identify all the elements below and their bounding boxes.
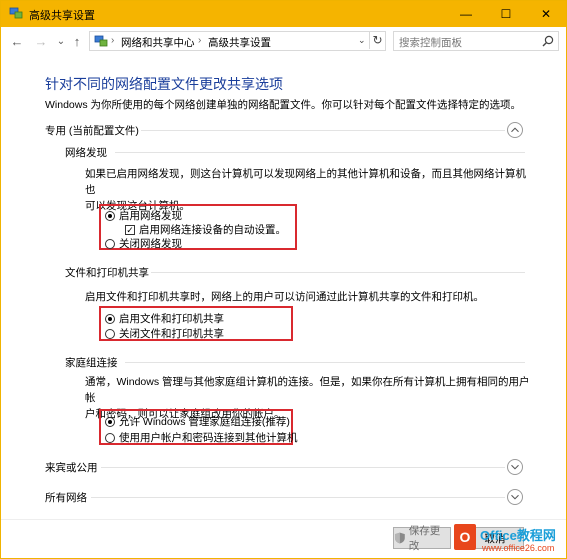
- section-divider: [141, 130, 505, 131]
- radio-enable-network-discovery[interactable]: 启用网络发现: [105, 208, 182, 223]
- network-sharing-icon: [9, 7, 23, 19]
- option-label: 关闭网络发现: [119, 238, 182, 250]
- address-dropdown-chevron-icon[interactable]: ⌄: [358, 35, 366, 46]
- option-label: 允许 Windows 管理家庭组连接(推荐): [119, 416, 290, 428]
- minimize-button[interactable]: —: [446, 1, 486, 27]
- search-input[interactable]: 搜索控制面板: [393, 31, 559, 51]
- main-content: 针对不同的网络配置文件更改共享选项 Windows 为你所使用的每个网络创建单独…: [1, 55, 566, 559]
- radio-unselected-icon[interactable]: [105, 238, 115, 249]
- file-printer-sharing-label: 文件和打印机共享: [65, 267, 149, 279]
- page-description: Windows 为你所使用的每个网络创建单独的网络配置文件。你可以针对每个配置文…: [45, 99, 522, 111]
- watermark-brand: Office教程网: [480, 528, 556, 543]
- address-bar: ← → ⌄ ↑ › 网络和共享中心 › 高级共享设置 ⌄ ↻ 搜索控制面板: [1, 27, 566, 55]
- checkbox-checked-icon[interactable]: ✓: [125, 224, 135, 235]
- section-divider: [101, 467, 505, 468]
- page-title: 针对不同的网络配置文件更改共享选项: [45, 76, 283, 92]
- maximize-button[interactable]: ☐: [486, 1, 526, 27]
- save-label: 保存更改: [408, 525, 441, 552]
- guest-public-label[interactable]: 来宾或公用: [45, 460, 98, 475]
- radio-unselected-icon[interactable]: [105, 432, 115, 443]
- radio-disable-file-printer-sharing[interactable]: 关闭文件和打印机共享: [105, 326, 224, 341]
- search-icon[interactable]: [542, 35, 554, 47]
- radio-selected-icon[interactable]: [105, 210, 115, 221]
- watermark-url: www.office26.com: [482, 543, 555, 553]
- radio-selected-icon[interactable]: [105, 416, 115, 427]
- chevron-up-icon[interactable]: [507, 122, 523, 138]
- section-divider: [151, 272, 525, 273]
- radio-allow-windows-manage-homegroup[interactable]: 允许 Windows 管理家庭组连接(推荐): [105, 414, 290, 429]
- section-divider: [125, 362, 525, 363]
- file-printer-sharing-description: 启用文件和打印机共享时，网络上的用户可以访问通过此计算机共享的文件和打印机。: [85, 291, 484, 303]
- chevron-down-icon[interactable]: [507, 459, 523, 475]
- control-panel-window: 高级共享设置 — ☐ ✕ ← → ⌄ ↑ › 网络和共享中心 › 高级共享设置 …: [0, 0, 567, 559]
- private-profile-label[interactable]: 专用 (当前配置文件): [45, 123, 139, 138]
- search-placeholder: 搜索控制面板: [399, 37, 462, 49]
- control-panel-icon: [94, 35, 108, 47]
- title-bar[interactable]: 高级共享设置 — ☐ ✕: [1, 1, 566, 27]
- breadcrumb-separator: ›: [198, 35, 202, 46]
- chevron-down-icon[interactable]: [507, 489, 523, 505]
- section-divider: [91, 497, 505, 498]
- network-discovery-label: 网络发现: [65, 147, 107, 159]
- uac-shield-icon: [394, 532, 405, 544]
- footer-divider: [1, 519, 566, 520]
- close-button[interactable]: ✕: [526, 1, 566, 27]
- option-label: 启用网络连接设备的自动设置。: [139, 224, 286, 236]
- breadcrumb-network-sharing-center[interactable]: 网络和共享中心: [121, 35, 195, 50]
- window-title: 高级共享设置: [29, 10, 95, 22]
- section-divider: [115, 152, 525, 153]
- breadcrumb[interactable]: › 网络和共享中心 › 高级共享设置 ⌄: [89, 31, 386, 51]
- radio-use-account-password[interactable]: 使用用户帐户和密码连接到其他计算机: [105, 430, 298, 445]
- option-label: 启用网络发现: [119, 210, 182, 222]
- option-label: 使用用户帐户和密码连接到其他计算机: [119, 432, 298, 444]
- back-arrow-icon[interactable]: ←: [9, 33, 25, 49]
- all-networks-label[interactable]: 所有网络: [45, 490, 87, 505]
- radio-disable-network-discovery[interactable]: 关闭网络发现: [105, 236, 182, 251]
- watermark: O Office教程网 www.office26.com: [454, 521, 566, 559]
- refresh-icon[interactable]: ↻: [369, 31, 385, 49]
- recent-locations-chevron-icon[interactable]: ⌄: [53, 33, 69, 49]
- description-line: 如果已启用网络发现，则这台计算机可以发现网络上的其他计算机和设备，而且其他网络计…: [85, 168, 526, 196]
- breadcrumb-advanced-sharing[interactable]: 高级共享设置: [208, 35, 271, 50]
- forward-arrow-icon[interactable]: →: [33, 33, 49, 49]
- radio-enable-file-printer-sharing[interactable]: 启用文件和打印机共享: [105, 311, 224, 326]
- up-arrow-icon[interactable]: ↑: [69, 33, 85, 49]
- office-logo-icon: O: [454, 524, 476, 550]
- radio-selected-icon[interactable]: [105, 313, 115, 324]
- option-label: 关闭文件和打印机共享: [119, 328, 224, 340]
- checkbox-auto-setup-devices[interactable]: ✓ 启用网络连接设备的自动设置。: [125, 222, 286, 237]
- homegroup-label: 家庭组连接: [65, 357, 118, 369]
- description-line: 通常，Windows 管理与其他家庭组计算机的连接。但是，如果你在所有计算机上拥…: [85, 376, 530, 404]
- radio-unselected-icon[interactable]: [105, 328, 115, 339]
- option-label: 启用文件和打印机共享: [119, 313, 224, 325]
- breadcrumb-separator: ›: [111, 35, 115, 46]
- save-changes-button[interactable]: 保存更改: [393, 525, 451, 552]
